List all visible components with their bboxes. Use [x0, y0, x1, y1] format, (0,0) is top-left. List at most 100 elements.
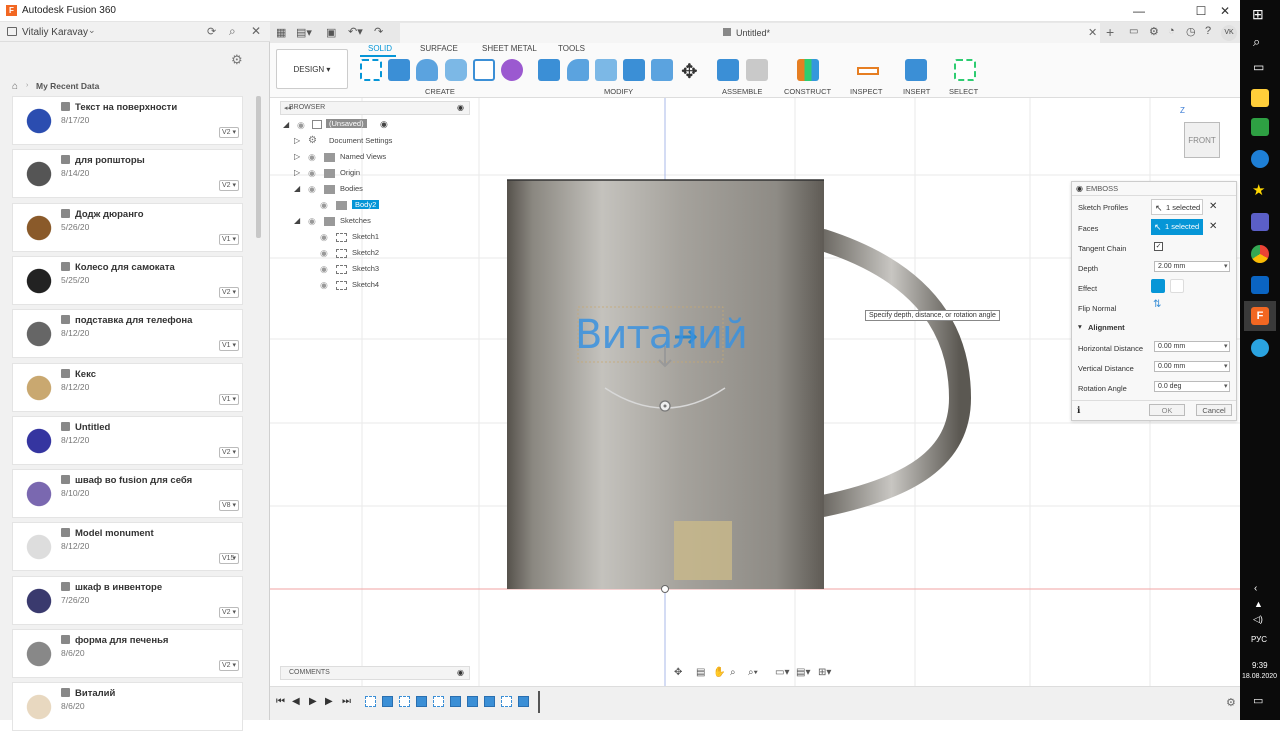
recent-item[interactable]: подставка для телефона 8/12/20 V1 ▾ [12, 309, 243, 359]
new-component-icon[interactable] [717, 59, 739, 81]
version-badge[interactable]: V2 ▾ [219, 286, 239, 298]
version-badge[interactable]: V2 ▾ [219, 446, 239, 458]
group-modify[interactable]: MODIFY [604, 87, 633, 96]
fit-icon[interactable]: ⌕▾ [748, 667, 758, 678]
browser-row[interactable]: ◉ Sketch1 [280, 230, 480, 246]
visibility-eye-icon[interactable]: ◉ [308, 168, 316, 179]
extrude-icon[interactable] [388, 59, 410, 81]
browser-row[interactable]: ◉ Body2 [280, 198, 480, 214]
browser-row[interactable]: ▷ ⚙ Document Settings [280, 134, 480, 150]
activate-icon[interactable]: ◉ [380, 119, 388, 130]
look-at-icon[interactable]: ▤ [696, 667, 705, 678]
workspace-switcher[interactable]: DESIGN ▾ [276, 49, 348, 89]
ok-button[interactable]: OK [1149, 404, 1185, 416]
cancel-button[interactable]: Cancel [1196, 404, 1232, 416]
visibility-eye-icon[interactable]: ◉ [320, 232, 328, 243]
expand-icon[interactable]: ◢ [283, 120, 289, 129]
step-forward-icon[interactable]: ▶ [325, 696, 333, 707]
browser-row[interactable]: ◉ Sketch4 [280, 278, 480, 294]
clear-faces-icon[interactable]: ✕ [1209, 221, 1217, 232]
display-settings-icon[interactable]: ▭▾ [775, 667, 789, 678]
store-icon[interactable] [1251, 118, 1269, 136]
group-insert[interactable]: INSERT [903, 87, 930, 96]
zoom-icon[interactable]: ⌕ [730, 667, 736, 678]
go-to-start-icon[interactable]: ⏮ [276, 696, 285, 707]
recent-item[interactable]: шкаф в инвенторе 7/26/20 V2 ▾ [12, 575, 243, 625]
mug-handle[interactable] [812, 229, 972, 517]
recent-item[interactable]: Untitled 8/12/20 V2 ▾ [12, 415, 243, 465]
search-icon[interactable]: ⌕ [1253, 34, 1260, 50]
tangent-chain-checkbox[interactable]: ✓ [1154, 242, 1163, 251]
outlook-icon[interactable] [1251, 276, 1269, 294]
recent-item[interactable]: Кекс 8/12/20 V1 ▾ [12, 362, 243, 412]
browser-row[interactable]: ◉ Sketch2 [280, 246, 480, 262]
rotation-angle-dropdown-icon[interactable]: ▾ [1224, 382, 1228, 390]
tab-sheet-metal[interactable]: SHEET METAL [482, 44, 537, 53]
minimize-button[interactable]: — [1128, 2, 1150, 20]
extensions-icon[interactable]: ⚙ [1149, 25, 1159, 38]
horizontal-distance-input[interactable]: 0.00 mm [1154, 341, 1230, 352]
timeline-feature-icon[interactable] [484, 696, 495, 707]
version-badge[interactable]: V1 ▾ [219, 233, 239, 245]
dialog-options-icon[interactable]: ◉ [1076, 184, 1083, 193]
visibility-eye-icon[interactable]: ◉ [308, 152, 316, 163]
edge-icon[interactable] [1251, 150, 1269, 168]
search-icon[interactable]: ⌕ [229, 24, 236, 39]
horizontal-distance-dropdown-icon[interactable]: ▾ [1224, 342, 1228, 350]
notifications-icon[interactable]: ◔ [1168, 25, 1175, 37]
version-badge[interactable]: V1 ▾ [219, 393, 239, 405]
mug-body[interactable] [507, 180, 824, 589]
vertical-distance-input[interactable]: 0.00 mm [1154, 361, 1230, 372]
group-select[interactable]: SELECT [949, 87, 978, 96]
job-status-icon[interactable]: ▭ [1129, 26, 1138, 37]
hole-icon[interactable] [445, 59, 467, 81]
comments-add-icon[interactable]: ◉ [457, 668, 464, 677]
language-indicator[interactable]: РУС [1251, 635, 1267, 644]
deboss-effect-button[interactable] [1170, 279, 1184, 293]
recent-item[interactable]: шваф во fusion для себя 8/10/20 V8 ▾ [12, 469, 243, 519]
viewports-icon[interactable]: ⊞▾ [818, 667, 831, 678]
timeline-feature-icon[interactable] [467, 696, 478, 707]
revolve-icon[interactable] [416, 59, 438, 81]
fusion-taskbar-icon[interactable]: F [1251, 307, 1269, 325]
expand-icon[interactable]: ▷ [294, 168, 300, 177]
faces-select-button[interactable]: ↖ 1 selected [1151, 219, 1203, 235]
new-tab-icon[interactable]: + [1106, 24, 1114, 40]
depth-dropdown-icon[interactable]: ▾ [1224, 262, 1228, 270]
press-pull-icon[interactable] [538, 59, 560, 81]
recent-item[interactable]: Текст на поверхности 8/17/20 V2 ▾ [12, 96, 243, 145]
play-icon[interactable]: ▶ [309, 696, 317, 707]
create-sketch-icon[interactable] [360, 59, 382, 81]
shell-icon[interactable] [623, 59, 645, 81]
pan-icon[interactable]: ✋ [713, 667, 725, 678]
timeline-feature-icon[interactable] [382, 696, 393, 707]
visibility-eye-icon[interactable]: ◉ [320, 248, 328, 259]
clock-icon[interactable]: ◷ [1186, 25, 1196, 38]
step-back-icon[interactable]: ◀ [292, 696, 300, 707]
grid-icon[interactable] [7, 27, 17, 36]
comments-panel[interactable]: COMMENTS ◉ [280, 666, 470, 680]
create-form-icon[interactable] [501, 59, 523, 81]
timeline-feature-icon[interactable] [518, 696, 529, 707]
timeline-feature-icon[interactable] [365, 696, 376, 707]
grid-settings-icon[interactable]: ▤▾ [796, 667, 810, 678]
timeline-marker[interactable] [538, 691, 540, 713]
browser-row[interactable]: ▷ ◉ Origin [280, 166, 480, 182]
telegram-icon[interactable] [1251, 339, 1269, 357]
pattern-icon[interactable] [473, 59, 495, 81]
scrollbar-thumb[interactable] [256, 96, 261, 238]
timeline-feature-icon[interactable] [399, 696, 410, 707]
timeline-feature-icon[interactable] [501, 696, 512, 707]
version-badge[interactable]: V2 ▾ [219, 127, 239, 138]
recent-item[interactable]: Model monument 8/12/20 V15 ▾ [12, 522, 243, 572]
user-name[interactable]: Vitaliy Karavay [22, 27, 88, 38]
document-tab[interactable]: Untitled* ✕ [400, 23, 1100, 43]
grid-menu-icon[interactable]: ▦ [276, 26, 286, 39]
task-view-icon[interactable]: ▭ [1253, 60, 1264, 74]
chrome-icon[interactable] [1251, 245, 1269, 263]
group-create[interactable]: CREATE [425, 87, 455, 96]
insert-image-icon[interactable] [905, 59, 927, 81]
close-tab-icon[interactable]: ✕ [1088, 26, 1097, 39]
version-badge[interactable]: V8 ▾ [219, 500, 239, 512]
offset-plane-icon[interactable] [797, 59, 819, 81]
